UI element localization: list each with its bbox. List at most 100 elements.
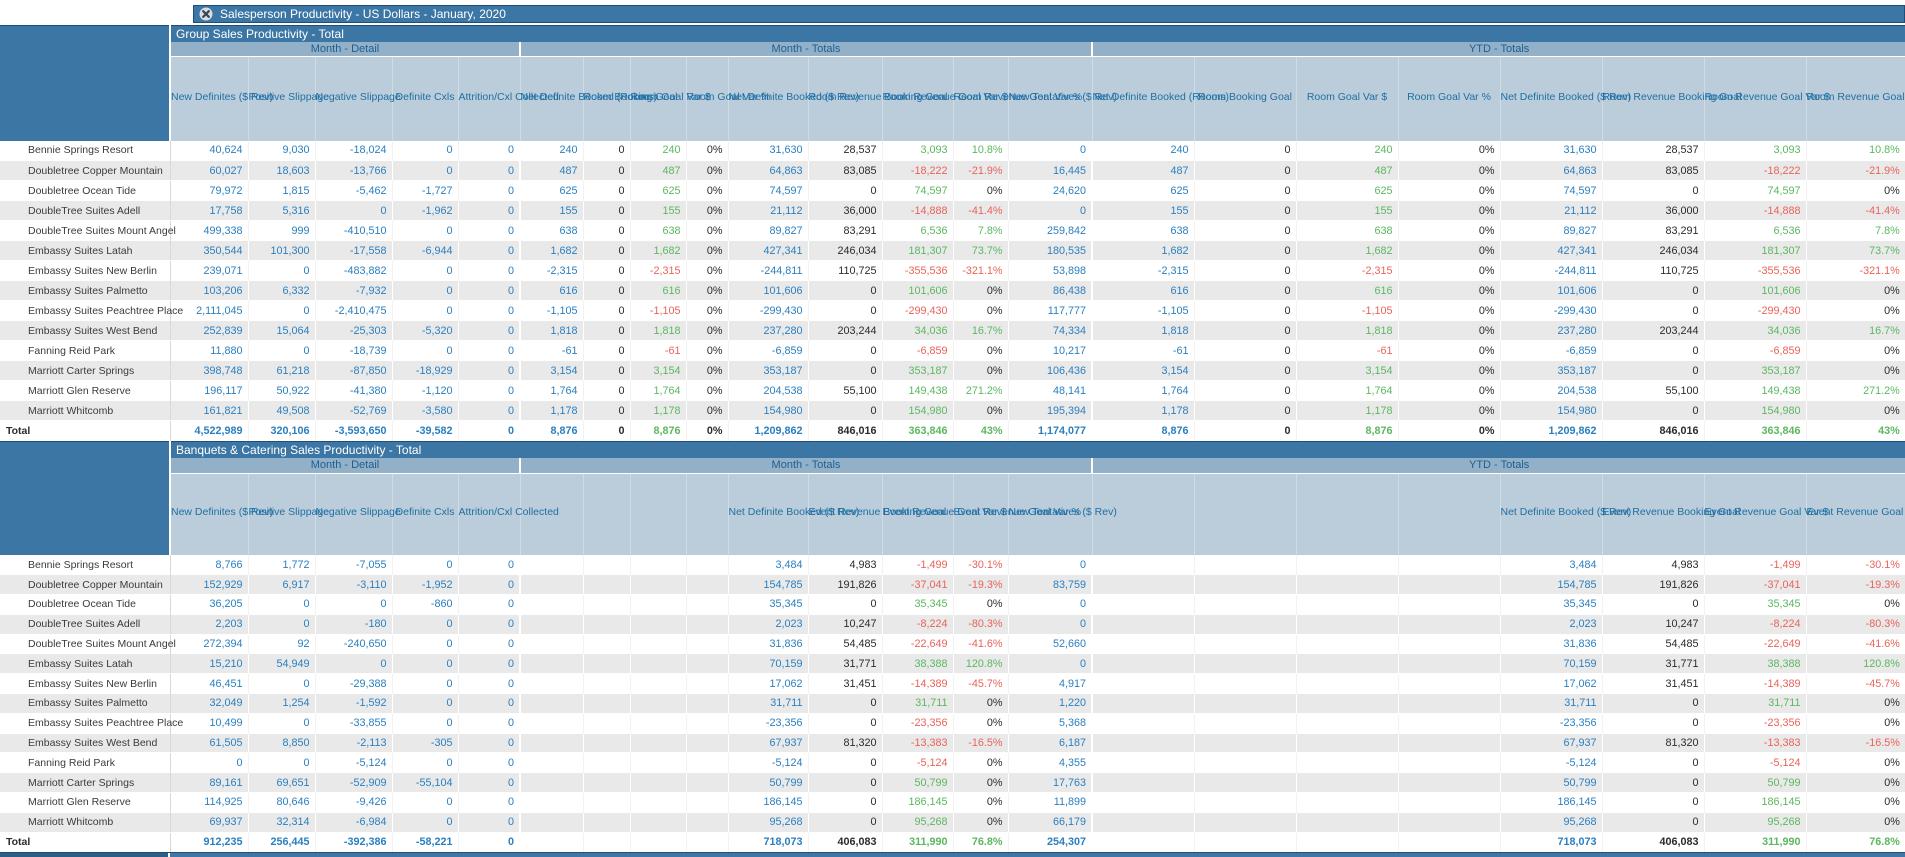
- data-cell: [630, 555, 687, 575]
- data-cell: 54,949: [248, 653, 316, 675]
- data-cell: 0: [392, 613, 459, 635]
- data-cell: 21,112: [1500, 200, 1603, 221]
- data-cell: 363,846: [882, 420, 954, 441]
- column-header: Room Revenue Goal Var %: [952, 56, 1082, 141]
- data-cell: 0%: [1398, 400, 1501, 421]
- column-header: Room Revenue Goal Var %: [1805, 56, 1905, 141]
- report-title: Salesperson Productivity - US Dollars - …: [220, 7, 506, 21]
- data-cell: 3,154: [630, 360, 687, 381]
- table-row: Marriott Whitcomb 69,937 32,314 -6,984 0 0 95,…: [0, 811, 1905, 833]
- row-label: Marriott Carter Springs: [0, 772, 171, 794]
- data-cell: -37,041: [1704, 574, 1807, 596]
- data-cell: 0%: [1806, 713, 1905, 734]
- data-cell: 52,660: [1008, 634, 1093, 654]
- data-cell: 0%: [686, 420, 729, 441]
- column-header: New Definites ($ Rev): [169, 56, 273, 141]
- data-cell: 5,316: [248, 200, 316, 221]
- data-cell: 186,145: [1500, 792, 1603, 813]
- data-cell: 0: [1602, 772, 1705, 794]
- data-cell: 0%: [953, 594, 1009, 615]
- data-cell: 50,799: [882, 772, 954, 794]
- data-cell: 0: [458, 300, 521, 321]
- data-cell: -2,315: [519, 260, 584, 281]
- data-cell: 38,388: [882, 653, 954, 675]
- data-cell: 0: [1008, 653, 1093, 675]
- data-cell: [583, 811, 631, 833]
- section-title: Group Sales Productivity - Total: [170, 25, 1905, 42]
- data-cell: -14,888: [882, 200, 954, 221]
- data-cell: [583, 752, 631, 773]
- data-cell: 0: [1194, 420, 1297, 441]
- data-cell: 1,682: [1091, 240, 1195, 261]
- data-cell: -1,962: [392, 200, 459, 221]
- data-cell: 2,023: [728, 613, 809, 635]
- data-cell: [1194, 752, 1297, 773]
- column-group-header: Month - Totals: [519, 41, 1092, 57]
- data-cell: 181,307: [1704, 240, 1807, 261]
- data-cell: 17,062: [1500, 673, 1603, 694]
- column-header: Room Revenue Booking Goal: [807, 56, 947, 141]
- data-cell: 0%: [1398, 180, 1501, 201]
- data-cell: -58,221: [392, 831, 459, 852]
- data-cell: 0: [1602, 340, 1705, 361]
- data-cell: [630, 772, 687, 794]
- data-cell: 0: [392, 693, 459, 714]
- data-cell: -19.3%: [1806, 574, 1905, 596]
- data-cell: 487: [519, 160, 584, 181]
- data-cell: -1,499: [1704, 555, 1807, 575]
- data-cell: 0: [583, 260, 631, 281]
- data-cell: 15,064: [248, 320, 316, 341]
- data-cell: 0: [1602, 713, 1705, 734]
- bottom-scrollbar[interactable]: [0, 851, 1905, 857]
- data-cell: -17,558: [315, 240, 393, 261]
- data-cell: -6,984: [315, 811, 393, 833]
- table-row: Doubletree Ocean Tide 79,972 1,815 -5,462 -1…: [0, 180, 1905, 201]
- data-cell: 36,000: [1602, 200, 1705, 221]
- data-cell: 186,145: [882, 792, 954, 813]
- data-cell: -6,859: [1704, 340, 1807, 361]
- data-cell: -37,041: [882, 574, 954, 596]
- column-header: Room Revenue Goal Var $: [881, 56, 1008, 141]
- table-row: Embassy Suites Palmetto 32,049 1,254 -1,592…: [0, 693, 1905, 714]
- data-cell: [1296, 752, 1399, 773]
- data-cell: 252,839: [170, 320, 249, 341]
- data-cell: 36,000: [808, 200, 883, 221]
- data-cell: [1296, 792, 1399, 813]
- data-cell: 0: [392, 260, 459, 281]
- data-cell: 80,646: [248, 792, 316, 813]
- data-cell: 152,929: [170, 574, 249, 596]
- data-cell: 3,484: [728, 555, 809, 575]
- data-cell: 35,345: [728, 594, 809, 615]
- data-cell: 0: [583, 380, 631, 401]
- data-cell: 17,062: [728, 673, 809, 694]
- data-cell: 0: [1194, 140, 1297, 161]
- row-label: Fanning Reid Park: [0, 752, 171, 773]
- tools-icon[interactable]: [199, 7, 213, 21]
- data-cell: 31,711: [1704, 693, 1807, 714]
- data-cell: 0: [392, 653, 459, 675]
- data-cell: [519, 653, 584, 675]
- data-cell: [686, 594, 729, 615]
- data-cell: -180: [315, 613, 393, 635]
- data-cell: 0: [1602, 594, 1705, 615]
- data-cell: [583, 792, 631, 813]
- data-cell: 0: [1602, 752, 1705, 773]
- data-cell: 31,836: [728, 634, 809, 654]
- data-cell: 353,187: [882, 360, 954, 381]
- data-cell: 0: [392, 140, 459, 161]
- data-cell: [1194, 594, 1297, 615]
- data-cell: -23,356: [882, 713, 954, 734]
- data-cell: 912,235: [170, 831, 249, 852]
- data-cell: -41.4%: [1806, 200, 1905, 221]
- data-cell: 638: [1091, 220, 1195, 241]
- data-cell: 10,247: [808, 613, 883, 635]
- data-cell: -41,380: [315, 380, 393, 401]
- data-cell: 43%: [1806, 420, 1905, 441]
- data-cell: 718,073: [728, 831, 809, 852]
- data-cell: -18,739: [315, 340, 393, 361]
- table-row: Embassy Suites Latah 350,544 101,300 -17,55…: [0, 240, 1905, 261]
- data-cell: -1,727: [392, 180, 459, 201]
- data-cell: [630, 594, 687, 615]
- data-cell: [1091, 693, 1195, 714]
- data-cell: -1,105: [1091, 300, 1195, 321]
